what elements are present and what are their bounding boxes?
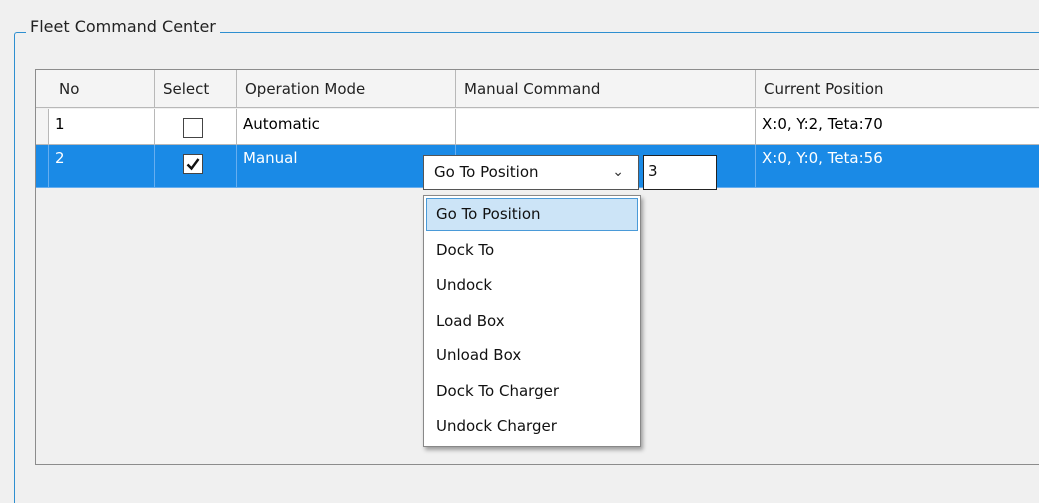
cell-select[interactable] [155, 145, 237, 188]
dropdown-option-undock[interactable]: Undock [426, 269, 638, 302]
command-parameter-input[interactable]: 3 [643, 155, 717, 190]
dropdown-option-load-box[interactable]: Load Box [426, 305, 638, 338]
combo-value: Go To Position [434, 163, 539, 181]
column-header-no[interactable]: No [49, 70, 155, 108]
row-header[interactable] [36, 109, 49, 145]
checkmark-icon [186, 158, 200, 171]
cell-select[interactable] [155, 109, 237, 145]
cell-operation-mode[interactable]: Automatic [237, 109, 456, 145]
column-header-operation-mode[interactable]: Operation Mode [237, 70, 456, 108]
cell-manual-command[interactable] [456, 109, 756, 145]
dropdown-option-go-to-position[interactable]: Go To Position [426, 198, 638, 231]
group-title: Fleet Command Center [26, 17, 220, 37]
select-checkbox-checked[interactable] [183, 154, 203, 174]
cell-current-position[interactable]: X:0, Y:0, Teta:56 [756, 145, 1039, 188]
manual-command-combo[interactable]: Go To Position ⌄ [423, 155, 639, 190]
column-header-select[interactable]: Select [155, 70, 237, 108]
table-row[interactable]: 1 Automatic X:0, Y:2, Teta:70 [36, 109, 1039, 145]
column-header-current-position[interactable]: Current Position [756, 70, 1039, 108]
grid-header: No Select Operation Mode Manual Command … [36, 70, 1039, 108]
row-header[interactable] [36, 145, 49, 188]
cell-current-position[interactable]: X:0, Y:2, Teta:70 [756, 109, 1039, 145]
column-header-manual-command[interactable]: Manual Command [456, 70, 756, 108]
dropdown-option-dock-to[interactable]: Dock To [426, 234, 638, 267]
dropdown-option-unload-box[interactable]: Unload Box [426, 339, 638, 372]
cell-no[interactable]: 1 [49, 109, 155, 145]
dropdown-option-dock-to-charger[interactable]: Dock To Charger [426, 375, 638, 408]
select-checkbox[interactable] [183, 118, 203, 138]
cell-no[interactable]: 2 [49, 145, 155, 188]
dropdown-option-undock-charger[interactable]: Undock Charger [426, 410, 638, 443]
chevron-down-icon[interactable]: ⌄ [612, 156, 624, 189]
manual-command-dropdown[interactable]: Go To Position Dock To Undock Load Box U… [423, 195, 641, 447]
